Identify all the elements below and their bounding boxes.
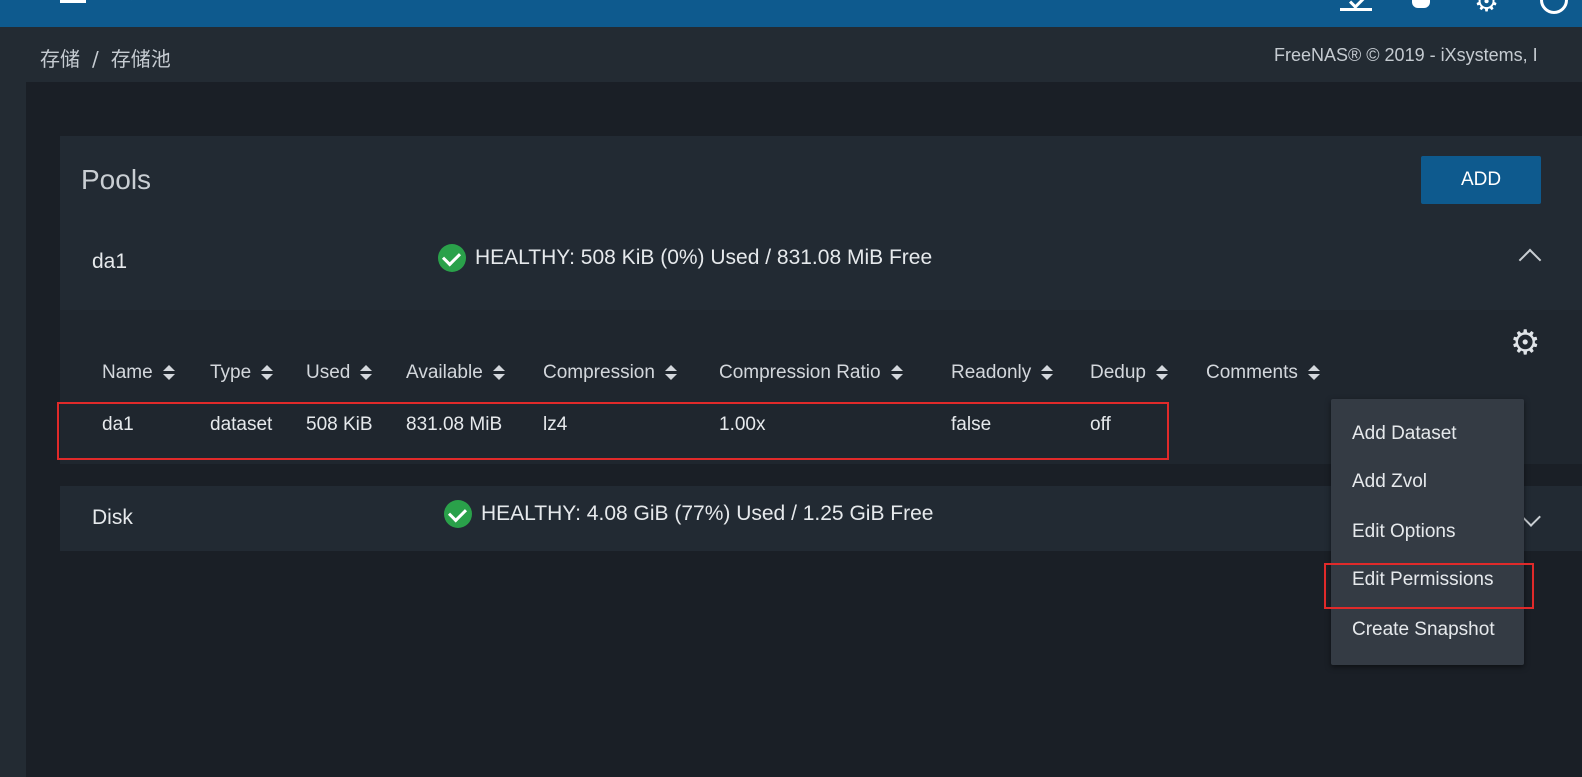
sort-icon — [664, 365, 677, 381]
column-header-compression[interactable]: Compression — [543, 362, 677, 384]
breadcrumb-root[interactable]: 存储 — [40, 47, 80, 71]
sort-icon — [1156, 365, 1168, 381]
settings-icon[interactable]: ⚙ — [1474, 0, 1502, 16]
breadcrumb-bar: 存储 / 存储池 FreeNAS® © 2019 - iXsystems, I — [26, 27, 1582, 82]
pool-status-text: HEALTHY: 508 KiB (0%) Used / 831.08 MiB … — [475, 246, 933, 269]
menu-item-add-dataset[interactable]: Add Dataset — [1352, 423, 1457, 445]
pool-status: HEALTHY: 508 KiB (0%) Used / 831.08 MiB … — [438, 244, 932, 272]
search-icon[interactable] — [118, 0, 138, 8]
sort-icon — [162, 365, 175, 381]
dataset-gear-icon[interactable]: ⚙ — [1510, 326, 1540, 360]
pool-row-da1[interactable]: da1 HEALTHY: 508 KiB (0%) Used / 831.08 … — [60, 230, 1582, 296]
menu-item-edit-options[interactable]: Edit Options — [1352, 521, 1456, 543]
dataset-actions-menu: Add Dataset Add Zvol Edit Options Edit P… — [1324, 399, 1534, 665]
breadcrumb-separator: / — [92, 47, 99, 71]
breadcrumb: 存储 / 存储池 — [40, 43, 171, 72]
column-header-comments[interactable]: Comments — [1206, 362, 1320, 384]
column-header-used[interactable]: Used — [306, 362, 373, 384]
task-manager-icon[interactable] — [1340, 0, 1374, 12]
page-title: Pools — [81, 164, 152, 195]
column-header-type[interactable]: Type — [210, 362, 274, 384]
column-header-compression-ratio[interactable]: Compression Ratio — [719, 362, 903, 384]
chevron-up-icon[interactable] — [1518, 248, 1542, 272]
dataset-row-highlight[interactable] — [57, 402, 1169, 460]
sort-icon — [1307, 365, 1320, 381]
column-header-available[interactable]: Available — [406, 362, 505, 384]
menu-icon[interactable] — [60, 0, 88, 6]
pool-status-text: HEALTHY: 4.08 GiB (77%) Used / 1.25 GiB … — [481, 502, 934, 525]
sort-icon — [1041, 365, 1054, 381]
side-navigation — [0, 27, 26, 777]
column-header-dedup[interactable]: Dedup — [1090, 362, 1168, 384]
sort-icon — [890, 365, 903, 381]
column-header-name[interactable]: Name — [102, 362, 175, 384]
menu-item-create-snapshot[interactable]: Create Snapshot — [1352, 619, 1495, 641]
breadcrumb-current: 存储池 — [110, 47, 171, 71]
pool-status: HEALTHY: 4.08 GiB (77%) Used / 1.25 GiB … — [444, 500, 933, 528]
healthy-check-icon — [438, 244, 466, 272]
edit-permissions-highlight — [1324, 563, 1534, 609]
chevron-down-icon[interactable] — [1521, 507, 1541, 527]
column-header-readonly[interactable]: Readonly — [951, 362, 1054, 384]
sort-icon — [360, 365, 373, 381]
copyright-text: FreeNAS® © 2019 - iXsystems, I — [1274, 45, 1538, 65]
power-icon[interactable] — [1538, 0, 1568, 14]
sort-icon — [261, 365, 274, 381]
pool-name: Disk — [92, 506, 133, 529]
menu-item-add-zvol[interactable]: Add Zvol — [1352, 471, 1427, 493]
pool-name: da1 — [92, 250, 128, 273]
sort-icon — [492, 365, 505, 381]
top-toolbar: ⚙ — [0, 0, 1582, 27]
add-pool-button[interactable]: ADD — [1421, 156, 1541, 204]
healthy-check-icon — [444, 500, 472, 528]
notifications-icon[interactable] — [1410, 0, 1432, 12]
